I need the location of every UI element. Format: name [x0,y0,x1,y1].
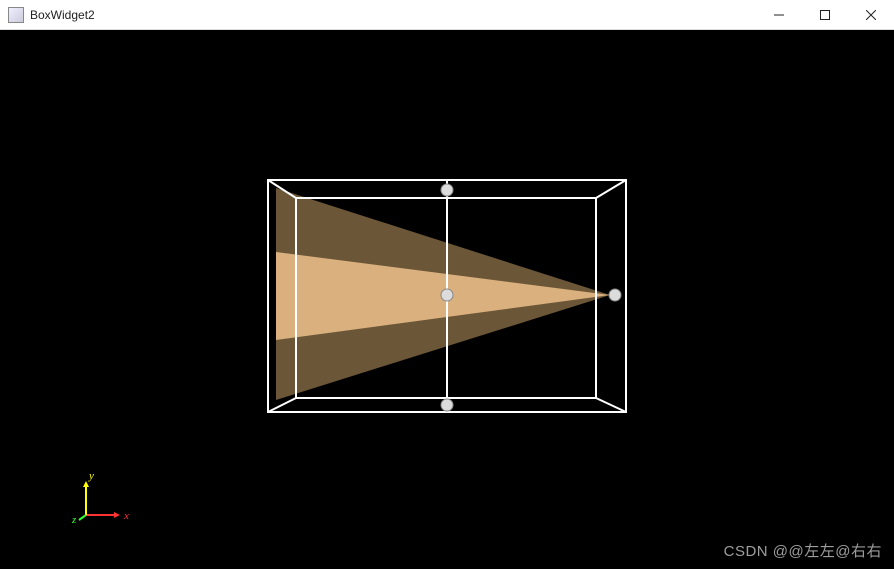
titlebar: BoxWidget2 [0,0,894,30]
y-axis-label: y [88,470,94,482]
render-viewport[interactable]: x y z CSDN @@左左@右右 [0,30,894,569]
minimize-icon [774,10,784,20]
z-axis-label: z [71,514,77,526]
maximize-icon [820,10,830,20]
orientation-axes: x y z [70,469,130,529]
close-button[interactable] [848,0,894,30]
watermark: CSDN @@左左@右右 [724,540,882,561]
z-axis [79,515,86,520]
minimize-button[interactable] [756,0,802,30]
maximize-button[interactable] [802,0,848,30]
x-axis-label: x [123,510,129,522]
scene [0,30,894,569]
app-icon [8,7,24,23]
window-title: BoxWidget2 [30,8,95,22]
window-controls [756,0,894,29]
title-left: BoxWidget2 [8,7,95,23]
close-icon [866,10,876,20]
